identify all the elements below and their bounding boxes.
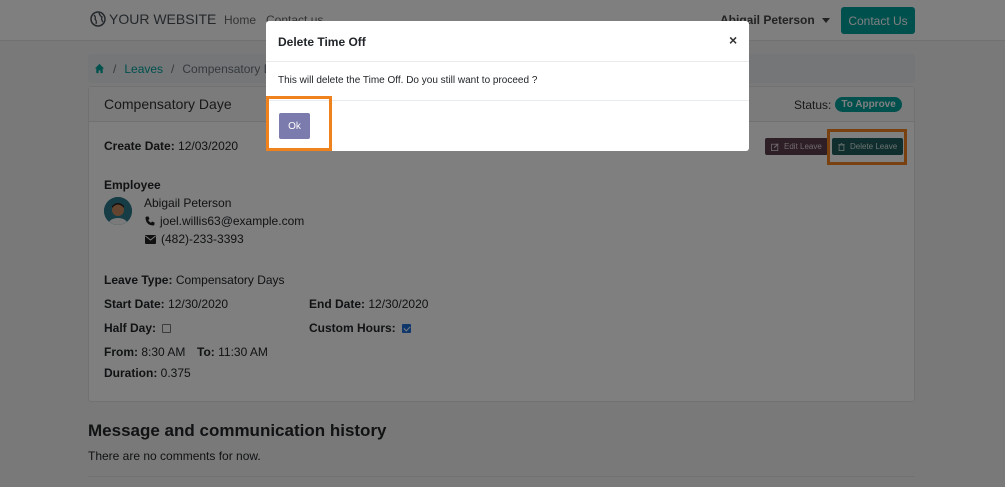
modal-footer: Ok (266, 100, 749, 151)
ok-button-highlight (266, 96, 332, 151)
modal-title: Delete Time Off (278, 35, 366, 49)
modal-header: Delete Time Off × (266, 21, 749, 62)
delete-time-off-modal: Delete Time Off × This will delete the T… (266, 21, 749, 151)
close-icon[interactable]: × (729, 32, 737, 48)
modal-body-text: This will delete the Time Off. Do you st… (278, 75, 538, 86)
